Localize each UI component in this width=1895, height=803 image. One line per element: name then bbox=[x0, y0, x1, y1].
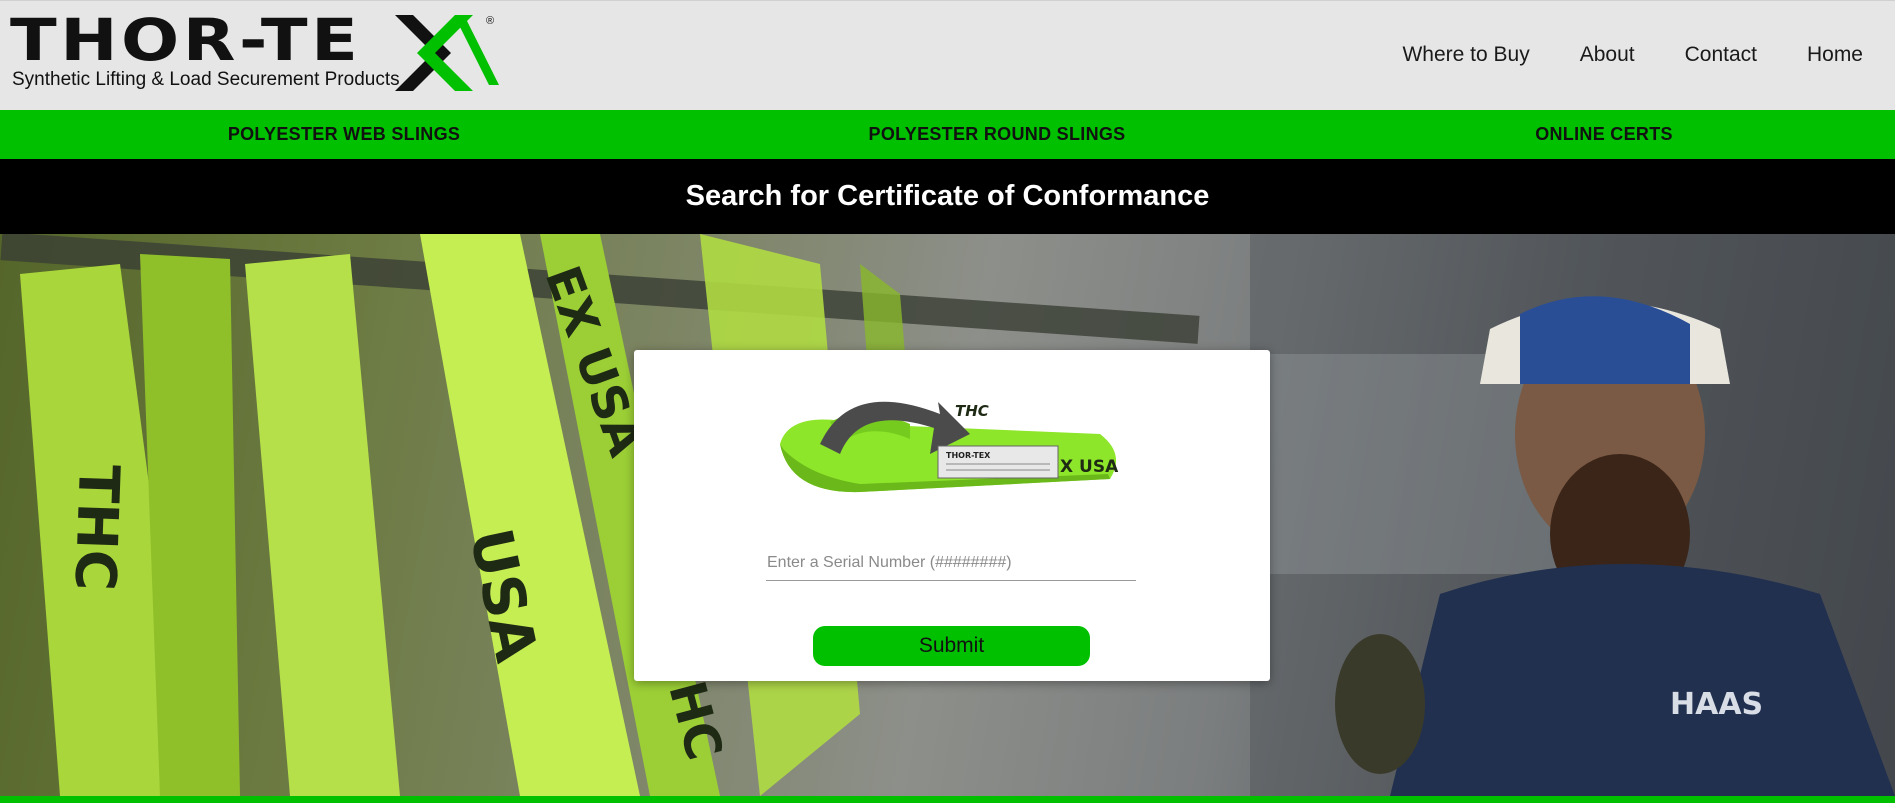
certificate-search-card: THOR-TEX THC X USA Submit bbox=[634, 350, 1270, 681]
logo-wordmark: THOR-TE bbox=[10, 6, 362, 74]
nav-polyester-round-slings[interactable]: POLYESTER ROUND SLINGS bbox=[869, 110, 1126, 159]
page-title: Search for Certificate of Conformance bbox=[685, 180, 1210, 212]
nav-home[interactable]: Home bbox=[1807, 43, 1863, 67]
nav-about[interactable]: About bbox=[1580, 43, 1635, 67]
brand-logo[interactable]: THOR-TE ® Synthetic Lifting & Load Secur… bbox=[10, 11, 500, 96]
site-header: THOR-TE ® Synthetic Lifting & Load Secur… bbox=[0, 0, 1895, 110]
logo-x-icon bbox=[395, 15, 499, 91]
logo-tagline: Synthetic Lifting & Load Securement Prod… bbox=[12, 69, 400, 90]
nav-online-certs[interactable]: ONLINE CERTS bbox=[1535, 110, 1673, 159]
registered-mark: ® bbox=[486, 15, 495, 27]
page-root: THOR-TE ® Synthetic Lifting & Load Secur… bbox=[0, 0, 1895, 803]
svg-text:X USA: X USA bbox=[1060, 457, 1119, 477]
nav-contact[interactable]: Contact bbox=[1685, 43, 1757, 67]
svg-text:THC: THC bbox=[955, 402, 989, 420]
sling-tag-icon: THOR-TEX THC X USA bbox=[780, 401, 1119, 493]
submit-button[interactable]: Submit bbox=[813, 626, 1090, 666]
svg-text:HAAS: HAAS bbox=[1670, 687, 1763, 722]
top-navigation: Where to Buy About Contact Home bbox=[1352, 43, 1863, 67]
product-navigation: POLYESTER WEB SLINGS POLYESTER ROUND SLI… bbox=[0, 110, 1895, 159]
svg-text:THC: THC bbox=[62, 464, 131, 592]
svg-text:THOR-TEX: THOR-TEX bbox=[946, 451, 991, 460]
bottom-accent-stripe bbox=[0, 796, 1895, 803]
page-title-bar: Search for Certificate of Conformance bbox=[0, 159, 1895, 234]
serial-number-input[interactable] bbox=[766, 545, 1136, 581]
nav-polyester-web-slings[interactable]: POLYESTER WEB SLINGS bbox=[228, 110, 460, 159]
nav-where-to-buy[interactable]: Where to Buy bbox=[1402, 43, 1529, 67]
